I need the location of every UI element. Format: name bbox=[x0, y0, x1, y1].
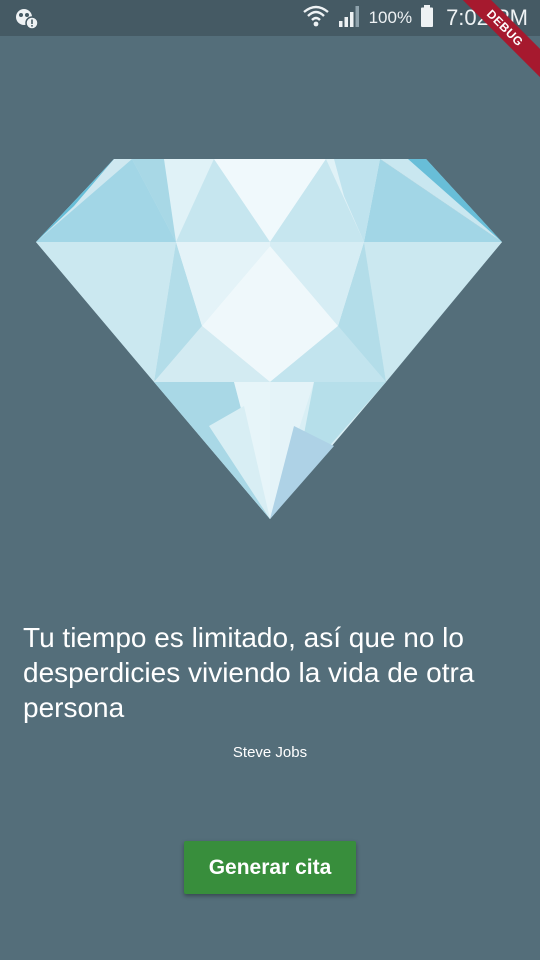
signal-icon bbox=[337, 4, 361, 33]
notification-icon bbox=[14, 6, 40, 30]
quote-author: Steve Jobs bbox=[232, 744, 308, 761]
generate-quote-button[interactable]: Generar cita bbox=[184, 841, 356, 894]
status-bar: 100% 7:02 PM bbox=[0, 0, 540, 36]
battery-percentage: 100% bbox=[368, 8, 413, 27]
diamond-icon bbox=[36, 159, 502, 519]
battery-icon bbox=[420, 4, 434, 33]
quote-text: Tu tiempo es limitado, así que no lo des… bbox=[23, 622, 475, 723]
clock: 7:02 PM bbox=[446, 5, 528, 30]
wifi-icon bbox=[302, 3, 329, 34]
